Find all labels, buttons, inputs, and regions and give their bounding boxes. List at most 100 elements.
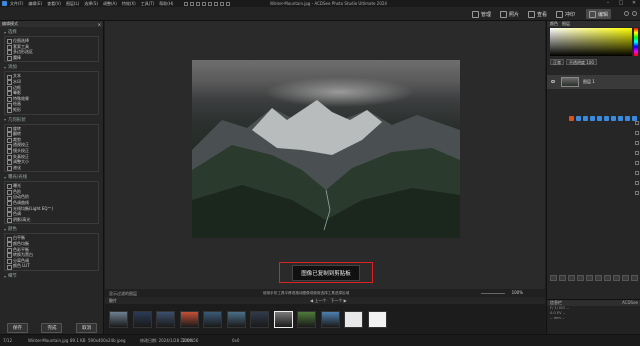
mode-edit[interactable]: 编辑 — [586, 9, 612, 19]
side-tool-icon[interactable] — [635, 121, 639, 125]
duplicate-layer-button[interactable] — [559, 275, 566, 281]
quick-save-icon[interactable] — [184, 1, 189, 6]
maximize-button[interactable]: □ — [615, 0, 627, 7]
group-button[interactable] — [622, 275, 629, 281]
clipboard-toast: 图像已复制到剪贴板 — [279, 262, 373, 283]
quick-tool-icon[interactable] — [583, 116, 588, 121]
status-extra: 0x0 — [232, 338, 240, 343]
filmstrip-thumbnail[interactable] — [179, 311, 199, 328]
menu-item[interactable]: 帮助(H) — [159, 1, 173, 7]
save-button[interactable]: 保存 — [6, 323, 28, 333]
move-up-button[interactable] — [586, 275, 593, 281]
menu-item[interactable]: 编辑(E) — [28, 1, 42, 7]
side-tool-icon[interactable] — [635, 151, 639, 155]
hue-slider[interactable] — [634, 28, 638, 56]
right-panel-tab[interactable]: 颜色 — [550, 21, 558, 27]
quick-select-icon[interactable] — [202, 1, 207, 6]
quick-redo-icon[interactable] — [196, 1, 201, 6]
done-button[interactable]: 完成 — [41, 323, 63, 333]
close-button[interactable]: ✕ — [628, 0, 640, 7]
section-title[interactable]: 几何形状 — [4, 116, 101, 124]
quick-tool-icon[interactable] — [576, 116, 581, 121]
mode-photos[interactable]: 照片 — [500, 9, 519, 19]
menu-item[interactable]: 图层(L) — [66, 1, 79, 7]
filmstrip-thumbnail[interactable] — [156, 311, 175, 328]
link-button[interactable] — [613, 275, 620, 281]
delete-layer-button[interactable] — [631, 275, 638, 281]
filmstrip-thumbnail[interactable] — [320, 311, 340, 328]
side-tool-icon[interactable] — [635, 181, 639, 185]
info-line: -- mm -- — [550, 316, 565, 320]
tool-item[interactable]: 颜色 LUT — [5, 263, 98, 270]
merge-button[interactable] — [577, 275, 584, 281]
mountain-photo — [192, 60, 460, 238]
mode-develop[interactable]: 冲印 — [556, 9, 575, 19]
menu-bar: 文件(F) 编辑(E) 查看(V) 图层(L) 选择(S) 调整(A) 特效(X) 工具(T)… — [10, 1, 178, 7]
quick-tool-icon[interactable] — [611, 116, 616, 121]
panel-title: 编辑模式 — [2, 21, 18, 26]
side-tool-icon[interactable] — [635, 131, 639, 135]
menu-item[interactable]: 文件(F) — [10, 1, 23, 7]
menu-item[interactable]: 工具(T) — [141, 1, 155, 7]
quick-tool-icon[interactable] — [625, 116, 630, 121]
layer-row[interactable]: 图层 1 — [547, 75, 640, 89]
quick-undo-icon[interactable] — [190, 1, 195, 6]
visibility-eye-icon[interactable] — [551, 80, 555, 83]
side-tool-icon[interactable] — [635, 161, 639, 165]
blend-mode-select[interactable]: 正常 — [550, 59, 564, 65]
filmstrip-thumbnail[interactable] — [203, 311, 222, 328]
new-layer-button[interactable] — [550, 275, 557, 281]
section-title[interactable]: 细节 — [4, 272, 101, 280]
menu-item[interactable]: 查看(V) — [47, 1, 61, 7]
quick-crop-icon[interactable] — [208, 1, 213, 6]
side-tool-icon[interactable] — [635, 191, 639, 195]
notification-icon[interactable] — [624, 11, 629, 16]
section-title[interactable]: 颜色 — [4, 225, 101, 233]
tool-item[interactable]: 魔棒 — [5, 55, 98, 61]
account-icon[interactable] — [632, 11, 637, 16]
tool-item[interactable]: 矩形 — [5, 107, 98, 113]
filmstrip-thumbnail[interactable] — [132, 311, 152, 328]
side-tool-icon[interactable] — [635, 141, 639, 145]
quick-tool-icon[interactable] — [590, 116, 595, 121]
minimize-button[interactable]: – — [602, 0, 614, 7]
filmstrip-thumbnail[interactable] — [250, 311, 269, 328]
quick-text-icon[interactable] — [220, 1, 225, 6]
move-down-button[interactable] — [595, 275, 602, 281]
mode-view[interactable]: 查看 — [528, 9, 547, 19]
section-title[interactable]: 选择 — [4, 28, 101, 36]
quick-brush-icon[interactable] — [214, 1, 219, 6]
filmstrip-thumbnail[interactable] — [367, 311, 387, 328]
tool-section: 添加文本水印边框晕影特殊效果绘画矩形 — [4, 63, 101, 115]
opacity-field[interactable]: 不透明度 100 — [566, 59, 597, 65]
mask-button[interactable] — [568, 275, 575, 281]
side-tool-icon[interactable] — [635, 171, 639, 175]
menu-item[interactable]: 选择(S) — [84, 1, 98, 7]
info-title: 信息栏 — [550, 300, 562, 305]
filmstrip-thumbnail[interactable] — [109, 311, 128, 328]
color-picker[interactable] — [550, 28, 632, 56]
right-panel-tab[interactable]: 图层 — [562, 21, 570, 27]
menu-item[interactable]: 调整(A) — [103, 1, 117, 7]
mode-manage[interactable]: 管理 — [472, 9, 491, 19]
cancel-button[interactable]: 取消 — [76, 323, 98, 333]
filmstrip-thumbnail[interactable] — [297, 311, 316, 328]
quick-tool-icon[interactable] — [604, 116, 609, 121]
tool-item[interactable]: 阴影/高光 — [5, 217, 98, 223]
quick-tool-icon[interactable] — [597, 116, 602, 121]
section-title[interactable]: 添加 — [4, 63, 101, 71]
properties-button[interactable] — [604, 275, 611, 281]
zoom-slider[interactable] — [481, 292, 505, 294]
pin-icon[interactable]: ✕ — [98, 22, 101, 27]
image-canvas[interactable]: 图像已复制到剪贴板 — [105, 21, 545, 289]
tool-item[interactable]: 液化 — [5, 165, 98, 171]
section-title[interactable]: 曝光/光线 — [4, 173, 101, 181]
menu-item[interactable]: 特效(X) — [122, 1, 136, 7]
quick-zoom-icon[interactable] — [226, 1, 231, 6]
quick-tool-icon[interactable] — [569, 116, 574, 121]
filmstrip-thumbnail[interactable] — [273, 311, 293, 328]
zoom-level[interactable]: 100% — [512, 290, 523, 295]
quick-tool-icon[interactable] — [618, 116, 623, 121]
filmstrip-thumbnail[interactable] — [344, 311, 363, 328]
filmstrip-thumbnail[interactable] — [226, 311, 246, 328]
